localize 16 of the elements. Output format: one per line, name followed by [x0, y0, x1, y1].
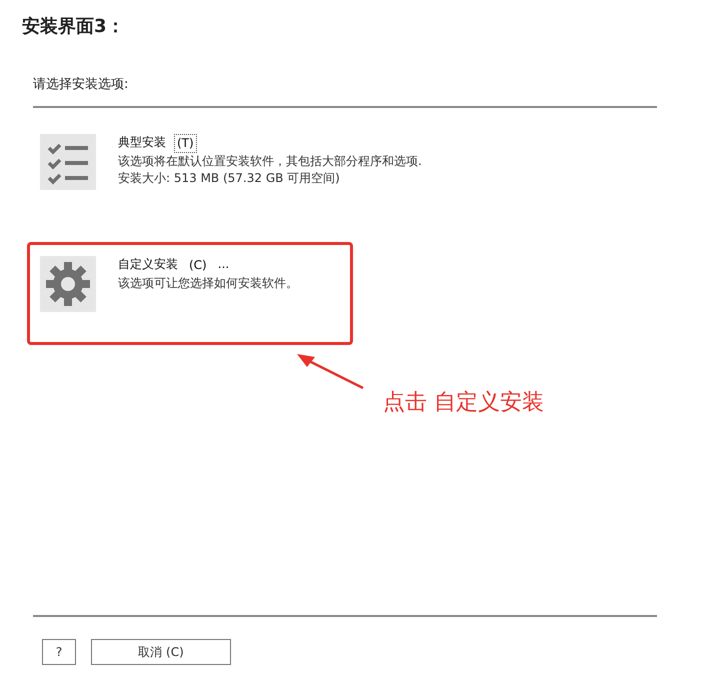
- option-description: 该选项可让您选择如何安装软件。: [118, 275, 298, 292]
- prompt-text: 请选择安装选项:: [33, 76, 130, 93]
- cancel-button[interactable]: 取消 (C): [91, 639, 231, 665]
- ellipsis: ...: [218, 256, 230, 273]
- shortcut-key: (C): [186, 256, 210, 275]
- option-title[interactable]: 典型安装: [118, 134, 166, 153]
- annotation-text: 点击 自定义安装: [383, 389, 544, 417]
- gear-icon[interactable]: [40, 256, 96, 312]
- page-heading: 安装界面3：: [22, 15, 126, 38]
- annotation-arrow: [295, 351, 365, 391]
- option-title[interactable]: 自定义安装: [118, 256, 178, 275]
- shortcut-key: (T): [174, 134, 197, 153]
- checklist-icon[interactable]: [40, 134, 96, 190]
- option-description: 安装大小: 513 MB (57.32 GB 可用空间): [118, 170, 341, 187]
- option-description: 该选项将在默认位置安装软件，其包括大部分程序和选项.: [118, 153, 422, 170]
- help-button[interactable]: ?: [42, 639, 76, 665]
